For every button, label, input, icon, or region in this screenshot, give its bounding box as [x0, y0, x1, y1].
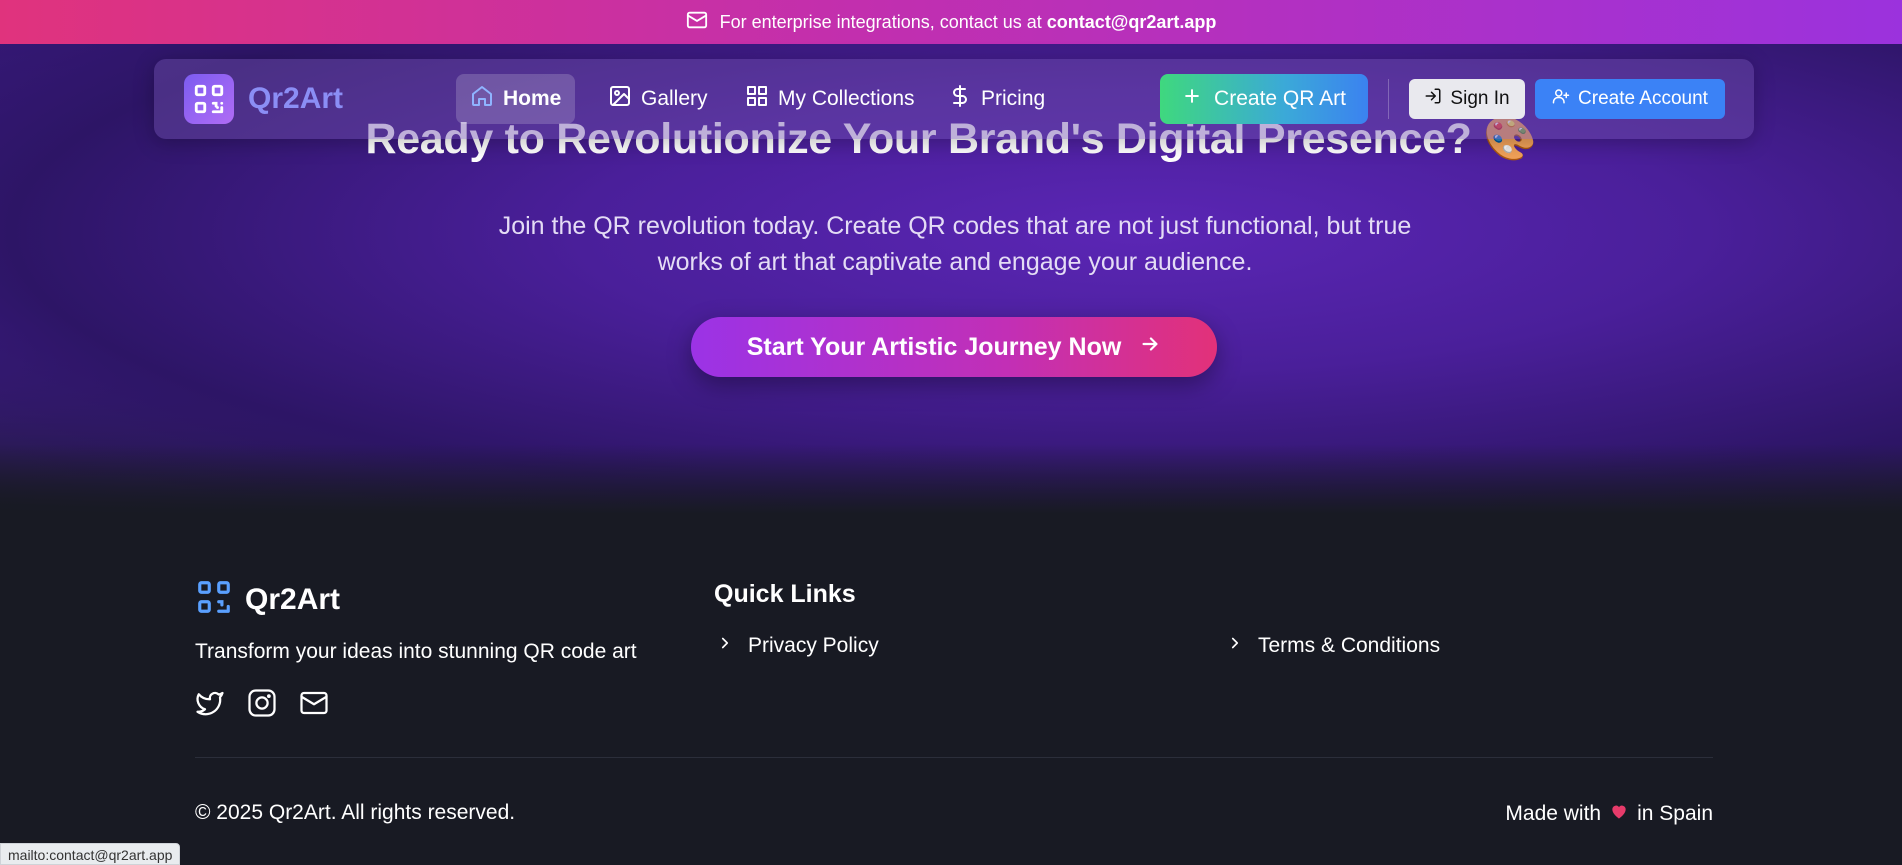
terms-conditions-label: Terms & Conditions	[1258, 634, 1441, 657]
footer-divider	[195, 757, 1713, 758]
image-icon	[608, 84, 632, 114]
arrow-right-icon	[1139, 333, 1161, 362]
brand-logo[interactable]: Qr2Art	[184, 74, 343, 124]
nav-my-collections[interactable]: My Collections	[731, 74, 929, 124]
nav-home[interactable]: Home	[456, 74, 576, 124]
footer-tagline: Transform your ideas into stunning QR co…	[195, 640, 637, 663]
chevron-right-icon	[716, 634, 734, 658]
create-qr-art-button[interactable]: Create QR Art	[1160, 74, 1368, 124]
nav-divider	[1388, 79, 1389, 119]
qr-logo-icon	[184, 74, 234, 124]
nav-gallery-label: Gallery	[641, 87, 708, 110]
sign-in-label: Sign In	[1450, 88, 1510, 109]
browser-status-bar: mailto:contact@qr2art.app	[0, 843, 181, 865]
create-qr-label: Create QR Art	[1214, 87, 1346, 110]
top-banner: For enterprise integrations, contact us …	[0, 0, 1902, 44]
privacy-policy-link[interactable]: Privacy Policy	[716, 634, 879, 658]
nav-collections-label: My Collections	[778, 87, 915, 110]
hero-subtitle: Join the QR revolution today. Create QR …	[498, 212, 1412, 276]
copyright-text: © 2025 Qr2Art. All rights reserved.	[195, 801, 516, 824]
sign-in-button[interactable]: Sign In	[1409, 79, 1525, 119]
social-links	[195, 688, 329, 718]
terms-conditions-link[interactable]: Terms & Conditions	[1226, 634, 1440, 658]
nav-home-label: Home	[503, 87, 562, 110]
made-suffix: in Spain	[1637, 802, 1713, 825]
made-in-spain: Made with in Spain	[1505, 801, 1713, 827]
mail-icon[interactable]	[299, 688, 329, 718]
start-journey-button[interactable]: Start Your Artistic Journey Now	[691, 317, 1217, 377]
qr-code-icon	[195, 578, 233, 621]
create-account-button[interactable]: Create Account	[1535, 79, 1725, 119]
cta-label: Start Your Artistic Journey Now	[746, 332, 1122, 361]
heart-icon	[1609, 801, 1629, 827]
instagram-icon[interactable]	[247, 688, 277, 718]
quick-links-heading: Quick Links	[714, 580, 856, 608]
footer-brand[interactable]: Qr2Art	[195, 578, 340, 621]
home-icon	[470, 84, 494, 114]
privacy-policy-label: Privacy Policy	[748, 634, 879, 657]
banner-email-link[interactable]: contact@qr2art.app	[1047, 12, 1217, 32]
made-prefix: Made with	[1505, 802, 1602, 825]
twitter-icon[interactable]	[195, 688, 225, 718]
nav-pricing-label: Pricing	[981, 87, 1046, 110]
brand-name: Qr2Art	[248, 82, 344, 115]
banner-text: For enterprise integrations, contact us …	[719, 11, 1042, 32]
navbar: Qr2Art Home Gallery My Collections Prici…	[154, 59, 1754, 139]
mail-icon	[686, 9, 708, 36]
chevron-right-icon	[1226, 634, 1244, 658]
nav-gallery[interactable]: Gallery	[594, 74, 722, 124]
plus-icon	[1182, 86, 1202, 112]
nav-pricing[interactable]: Pricing	[934, 74, 1059, 124]
grid-icon	[745, 84, 769, 114]
footer-brand-name: Qr2Art	[245, 582, 341, 616]
login-icon	[1424, 87, 1442, 111]
dollar-icon	[948, 84, 972, 114]
create-account-label: Create Account	[1578, 88, 1708, 109]
user-plus-icon	[1552, 87, 1570, 111]
